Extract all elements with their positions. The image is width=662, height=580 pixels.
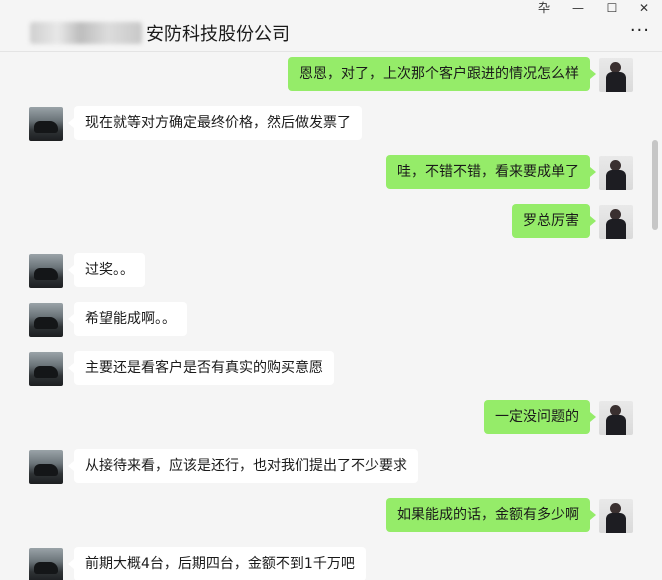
message-row: 恩恩，对了，上次那个客户跟进的情况怎么样: [0, 56, 650, 96]
message-bubble-sent[interactable]: 一定没问题的: [484, 400, 596, 434]
pin-icon[interactable]: 卆: [532, 0, 556, 16]
message-row: 现在就等对方确定最终价格，然后做发票了: [0, 105, 650, 145]
message-bubble-received[interactable]: 希望能成啊。。: [68, 302, 187, 336]
blurred-title-prefix: [30, 22, 142, 44]
minimize-icon[interactable]: —: [566, 0, 590, 16]
message-row: 一定没问题的: [0, 399, 650, 439]
message-row: 希望能成啊。。: [0, 301, 650, 341]
message-row: 过奖。。: [0, 252, 650, 292]
message-list: 恩恩，对了，上次那个客户跟进的情况怎么样 现在就等对方确定最终价格，然后做发票了…: [0, 53, 650, 580]
self-avatar[interactable]: [599, 156, 633, 190]
message-bubble-received[interactable]: 主要还是看客户是否有真实的购买意愿: [68, 351, 334, 385]
self-avatar[interactable]: [599, 205, 633, 239]
message-row: 前期大概4台，后期四台，金额不到1千万吧: [0, 546, 650, 580]
chat-window: 安防科技股份公司 卆 — ☐ ✕ ··· 恩恩，对了，上次那个客户跟进的情况怎么…: [0, 0, 662, 580]
contact-avatar[interactable]: [29, 107, 63, 141]
message-bubble-sent[interactable]: 哇，不错不错，看来要成单了: [386, 155, 596, 189]
message-bubble-received[interactable]: 前期大概4台，后期四台，金额不到1千万吧: [68, 547, 366, 580]
message-row: 如果能成的话，金额有多少啊: [0, 497, 650, 537]
title-bar: 安防科技股份公司 卆 — ☐ ✕ ···: [0, 0, 662, 52]
self-avatar[interactable]: [599, 499, 633, 533]
contact-avatar[interactable]: [29, 450, 63, 484]
message-row: 罗总厉害: [0, 203, 650, 243]
message-row: 哇，不错不错，看来要成单了: [0, 154, 650, 194]
maximize-icon[interactable]: ☐: [600, 0, 624, 16]
chat-title: 安防科技股份公司: [146, 24, 290, 45]
contact-avatar[interactable]: [29, 548, 63, 580]
contact-avatar[interactable]: [29, 254, 63, 288]
message-bubble-received[interactable]: 现在就等对方确定最终价格，然后做发票了: [68, 106, 362, 140]
scrollbar-thumb[interactable]: [652, 140, 658, 230]
message-bubble-received[interactable]: 从接待来看，应该是还行，也对我们提出了不少要求: [68, 449, 418, 483]
contact-avatar[interactable]: [29, 303, 63, 337]
close-icon[interactable]: ✕: [632, 0, 656, 16]
message-bubble-sent[interactable]: 如果能成的话，金额有多少啊: [386, 498, 596, 532]
message-bubble-received[interactable]: 过奖。。: [68, 253, 145, 287]
message-row: 主要还是看客户是否有真实的购买意愿: [0, 350, 650, 390]
self-avatar[interactable]: [599, 401, 633, 435]
message-bubble-sent[interactable]: 恩恩，对了，上次那个客户跟进的情况怎么样: [288, 57, 596, 91]
message-bubble-sent[interactable]: 罗总厉害: [512, 204, 596, 238]
more-options-icon[interactable]: ···: [630, 22, 650, 40]
self-avatar[interactable]: [599, 58, 633, 92]
contact-avatar[interactable]: [29, 352, 63, 386]
message-row: 从接待来看，应该是还行，也对我们提出了不少要求: [0, 448, 650, 488]
